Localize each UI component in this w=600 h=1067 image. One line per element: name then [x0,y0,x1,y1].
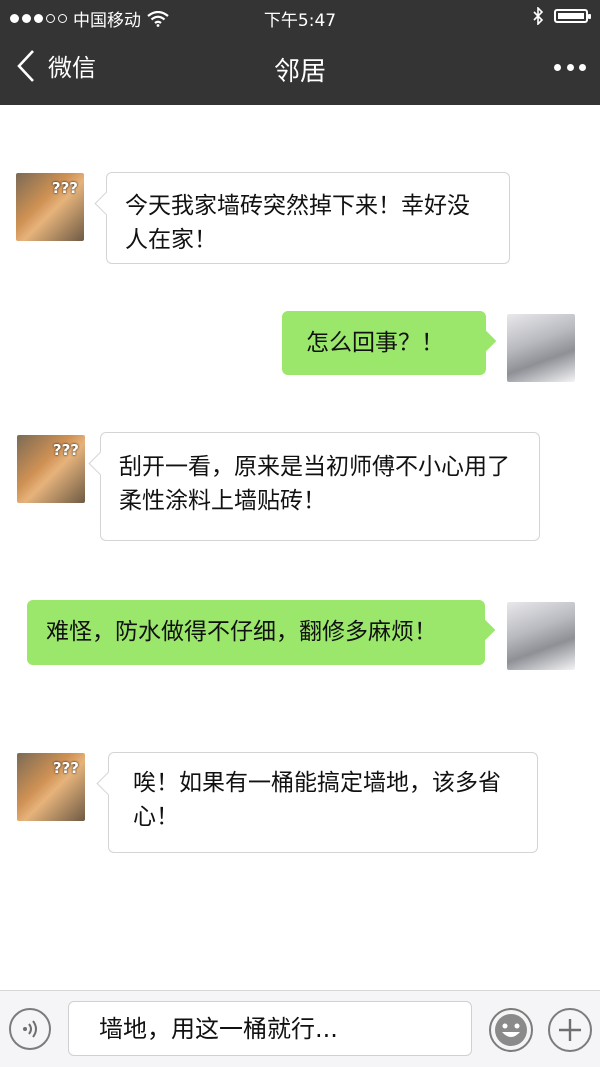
battery-icon [554,9,591,23]
status-bar: 中国移动 下午5:47 [0,0,600,34]
message-text: 今天我家墙砖突然掉下来！幸好没人在家！ [125,193,470,253]
chat-title: 邻居 [273,57,326,87]
dog-avatar[interactable]: ??? [17,753,85,821]
message-bubble-outgoing[interactable]: 难怪，防水做得不仔细，翻修多麻烦！ [27,600,485,665]
message-bubble-incoming[interactable]: 唉！如果有一桶能搞定墙地，该多省心！ [108,752,538,853]
message-input[interactable]: 墙地，用这一桶就行... [68,1001,472,1056]
status-time: 下午5:47 [263,11,337,31]
message-text: 难怪，防水做得不仔细，翻修多麻烦！ [46,619,437,645]
emoji-icon [495,1014,527,1046]
emoji-button[interactable] [489,1008,533,1052]
dog-avatar[interactable]: ??? [17,435,85,503]
cat-avatar[interactable] [507,314,575,382]
more-options-icon[interactable] [554,55,586,79]
voice-icon [23,1020,37,1038]
voice-button[interactable] [9,1008,51,1050]
input-bar: 墙地，用这一桶就行... [0,990,600,1067]
message-bubble-incoming[interactable]: 今天我家墙砖突然掉下来！幸好没人在家！ [106,172,510,264]
cat-avatar[interactable] [507,602,575,670]
message-text: 唉！如果有一桶能搞定墙地，该多省心！ [133,770,501,830]
add-button[interactable] [548,1008,592,1052]
plus-icon [559,1019,581,1041]
message-bubble-outgoing[interactable]: 怎么回事？！ [282,311,486,375]
dog-avatar[interactable]: ??? [16,173,84,241]
status-right [532,7,591,25]
message-text: 刮开一看，原来是当初师傅不小心用了柔性涂料上墙贴砖！ [119,454,510,514]
message-bubble-incoming[interactable]: 刮开一看，原来是当初师傅不小心用了柔性涂料上墙贴砖！ [100,432,540,541]
nav-bar: 微信 邻居 [0,34,600,105]
message-text: 怎么回事？！ [306,330,444,356]
bluetooth-icon [533,7,544,25]
chat-area: ??? 今天我家墙砖突然掉下来！幸好没人在家！ 怎么回事？！ ??? 刮开一看，… [0,105,600,990]
